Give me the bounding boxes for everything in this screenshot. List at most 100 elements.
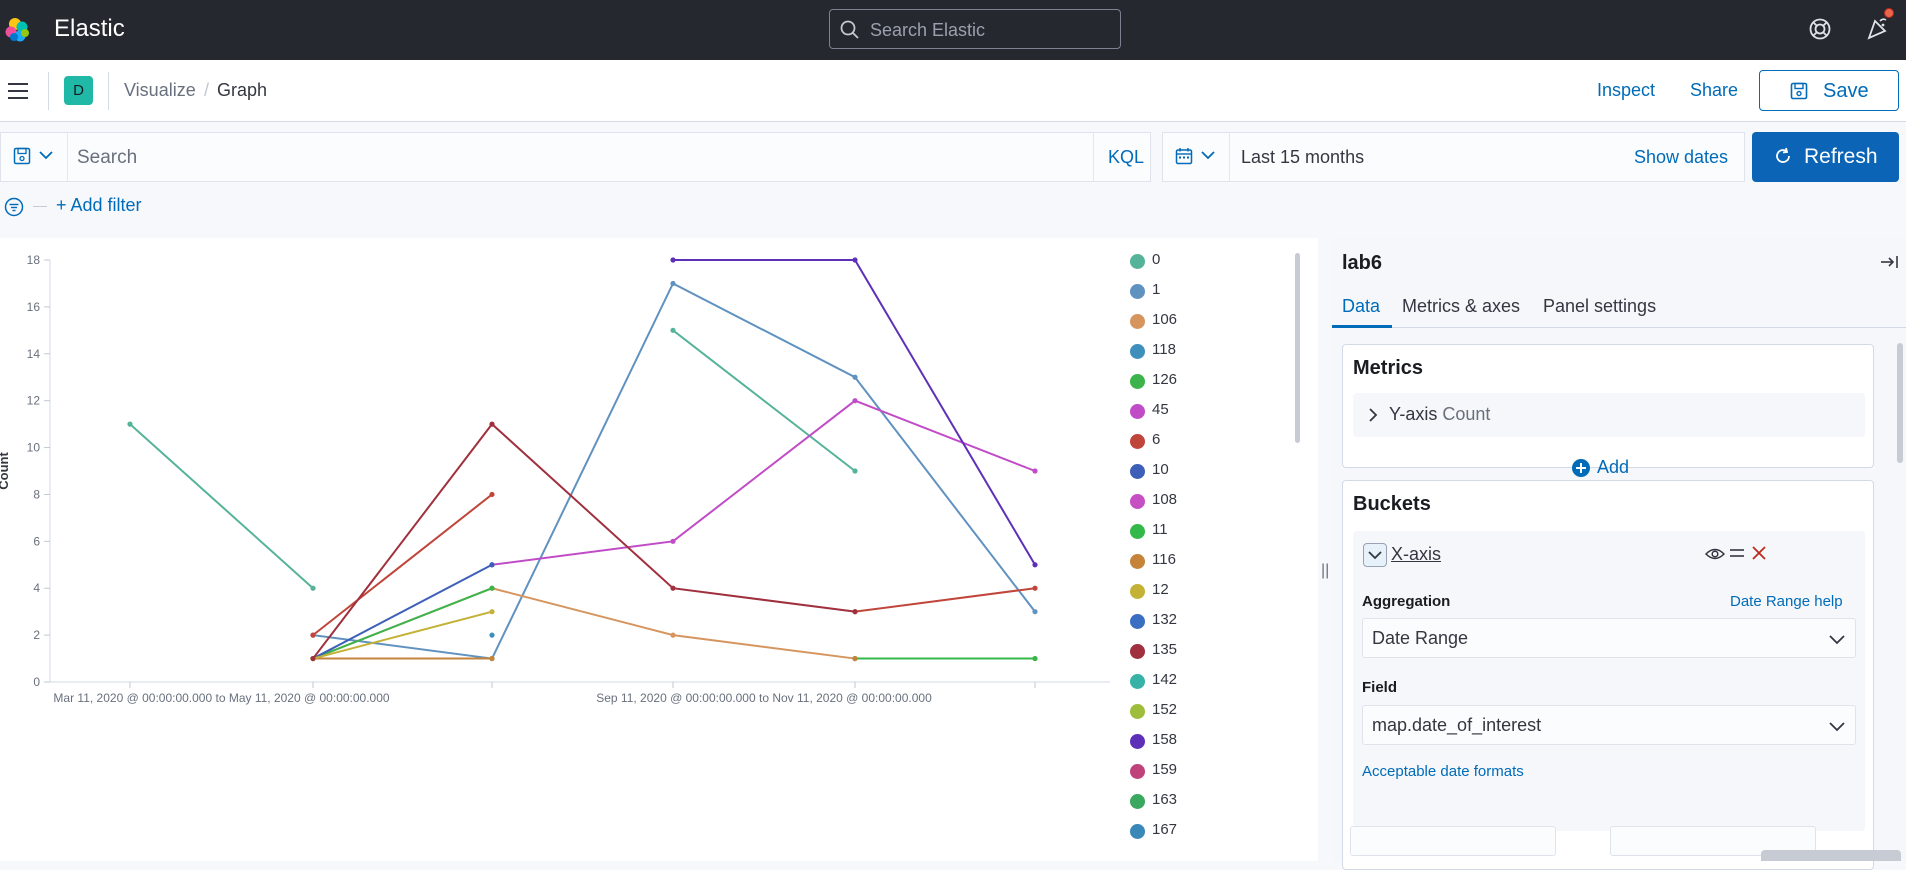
- series-line-6[interactable]: [312, 493, 493, 636]
- bucket-axis-label[interactable]: X-axis: [1391, 544, 1441, 565]
- chevron-down-icon[interactable]: [39, 149, 53, 161]
- legend-color-swatch: [1130, 284, 1145, 299]
- legend-label: 6: [1152, 431, 1161, 448]
- query-bar: Search KQL: [0, 132, 1151, 182]
- data-point-135[interactable]: [310, 655, 316, 662]
- drag-handle-icon[interactable]: [1729, 548, 1745, 558]
- legend-label: 106: [1152, 311, 1178, 328]
- resize-handle-icon[interactable]: ||: [1321, 562, 1329, 580]
- data-point-0[interactable]: [127, 421, 133, 427]
- data-point-106[interactable]: [670, 632, 676, 638]
- visualization-title: lab6: [1342, 252, 1383, 274]
- data-point-158[interactable]: [1032, 562, 1038, 568]
- data-point-118[interactable]: [489, 632, 495, 638]
- metric-y-axis-row[interactable]: Y-axis Count: [1353, 393, 1865, 437]
- sidebar-scrollbar[interactable]: [1897, 343, 1903, 463]
- series-line-0[interactable]: [129, 423, 314, 589]
- data-point-0[interactable]: [670, 327, 676, 333]
- eye-icon[interactable]: [1705, 547, 1725, 561]
- data-point-0[interactable]: [310, 585, 316, 591]
- legend-color-swatch: [1130, 524, 1145, 539]
- calendar-icon[interactable]: [1175, 147, 1193, 165]
- data-point-6[interactable]: [310, 632, 316, 638]
- series-line-0[interactable]: [672, 329, 856, 472]
- space-avatar[interactable]: D: [64, 76, 93, 105]
- show-dates-button[interactable]: Show dates: [1634, 147, 1728, 168]
- data-point-1[interactable]: [670, 280, 676, 287]
- data-point-135[interactable]: [852, 609, 858, 615]
- data-point-1[interactable]: [1032, 609, 1038, 615]
- field-value: map.date_of_interest: [1372, 715, 1542, 735]
- time-range-value[interactable]: Last 15 months: [1241, 147, 1364, 168]
- help-icon[interactable]: [1808, 17, 1832, 41]
- bucket-toggle-button[interactable]: [1363, 543, 1387, 567]
- data-point-0[interactable]: [852, 468, 858, 474]
- series-line-10[interactable]: [312, 563, 493, 660]
- series-line-12[interactable]: [312, 610, 493, 660]
- chevron-down-icon[interactable]: [1201, 149, 1215, 161]
- legend-color-swatch: [1130, 614, 1145, 629]
- menu-icon[interactable]: [8, 82, 30, 100]
- date-range-help-link[interactable]: Date Range help: [1730, 593, 1843, 610]
- collapse-sidebar-icon[interactable]: [1880, 254, 1900, 270]
- elastic-logo-icon[interactable]: [4, 16, 32, 44]
- series-line-135[interactable]: [312, 422, 856, 660]
- horizontal-scrollbar[interactable]: [1761, 850, 1901, 861]
- data-point-45[interactable]: [1032, 468, 1038, 474]
- legend-label: 142: [1152, 671, 1178, 688]
- series-line-106[interactable]: [312, 587, 1035, 660]
- filter-icon[interactable]: [4, 197, 24, 217]
- legend-label: 132: [1152, 611, 1178, 628]
- refresh-button[interactable]: Refresh: [1752, 132, 1899, 182]
- data-point-116[interactable]: [489, 655, 495, 662]
- data-point-116[interactable]: [852, 655, 858, 662]
- query-input[interactable]: Search: [77, 147, 137, 169]
- app-bar: D Visualize / Graph Inspect Share Save: [0, 60, 1906, 122]
- series-line-6[interactable]: [854, 587, 1036, 613]
- divider: [1229, 133, 1230, 181]
- data-point-158[interactable]: [670, 257, 676, 263]
- legend-color-swatch: [1130, 494, 1145, 509]
- data-point-158[interactable]: [852, 257, 858, 263]
- share-button[interactable]: Share: [1690, 80, 1738, 101]
- newsfeed-icon[interactable]: [1866, 15, 1890, 41]
- date-formats-link[interactable]: Acceptable date formats: [1362, 763, 1524, 780]
- data-point-126[interactable]: [489, 585, 495, 591]
- save-button[interactable]: Save: [1759, 70, 1899, 111]
- chevron-down-icon: [1368, 551, 1382, 560]
- tab-metrics-axes[interactable]: Metrics & axes: [1402, 296, 1520, 317]
- legend-label: 159: [1152, 761, 1178, 778]
- add-filter-button[interactable]: + Add filter: [56, 195, 142, 216]
- legend-label: 10: [1152, 461, 1169, 478]
- legend-color-swatch: [1130, 734, 1145, 749]
- aggregation-select[interactable]: Date Range: [1362, 618, 1856, 658]
- kql-toggle-button[interactable]: KQL: [1108, 147, 1144, 168]
- data-point-10[interactable]: [489, 562, 495, 568]
- field-select[interactable]: map.date_of_interest: [1362, 705, 1856, 745]
- chevron-right-icon[interactable]: [1367, 407, 1379, 423]
- data-point-45[interactable]: [852, 398, 858, 404]
- inspect-button[interactable]: Inspect: [1597, 80, 1655, 101]
- editor-sidebar: lab6 Data Metrics & axes Panel settings …: [1332, 238, 1906, 870]
- saved-query-icon[interactable]: [13, 147, 31, 165]
- data-point-6[interactable]: [1032, 585, 1038, 591]
- tab-data[interactable]: Data: [1342, 296, 1380, 317]
- tab-panel-settings[interactable]: Panel settings: [1543, 296, 1656, 317]
- breadcrumb-visualize[interactable]: Visualize: [124, 80, 196, 101]
- data-point-135[interactable]: [489, 421, 495, 427]
- range-from-input[interactable]: [1350, 826, 1556, 856]
- data-point-12[interactable]: [489, 609, 495, 615]
- global-search-input[interactable]: Search Elastic: [829, 9, 1121, 49]
- data-point-45[interactable]: [670, 538, 676, 544]
- legend-color-swatch: [1130, 824, 1145, 839]
- legend-scrollbar[interactable]: [1295, 253, 1300, 443]
- data-point-6[interactable]: [489, 491, 495, 498]
- date-picker: Last 15 months Show dates: [1162, 132, 1745, 182]
- data-point-11[interactable]: [1032, 655, 1038, 662]
- data-point-1[interactable]: [852, 374, 858, 380]
- data-point-135[interactable]: [670, 585, 676, 591]
- series-line-158[interactable]: [673, 259, 1036, 566]
- breadcrumb-current: Graph: [217, 80, 268, 100]
- y-tick-label: 0: [33, 675, 40, 689]
- remove-icon[interactable]: [1751, 545, 1767, 561]
